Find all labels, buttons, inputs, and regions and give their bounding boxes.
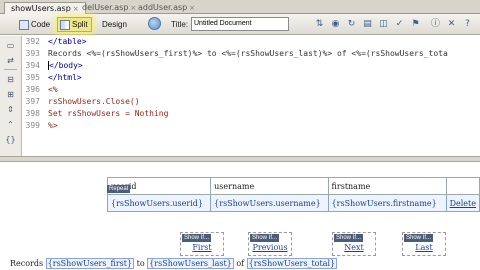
- code-line: 398 Set rsShowUsers = Nothing: [25, 109, 169, 118]
- repeat-region-tag[interactable]: Repeat: [107, 185, 131, 193]
- column-header[interactable]: username: [210, 177, 329, 195]
- toolbar-divider: [4, 69, 17, 70]
- close-icon[interactable]: ×: [189, 2, 195, 14]
- records-counter: Records {rsShowUsers_first} to {rsShowUs…: [10, 258, 338, 269]
- code-line: 393 Records <%=(rsShowUsers_first)%> to <…: [25, 49, 448, 58]
- split-view-icon: [60, 19, 70, 30]
- code-line: 392 </table>: [25, 37, 87, 46]
- dynamic-field-total[interactable]: {rsShowUsers_total}: [246, 258, 338, 269]
- nav-next[interactable]: Show If... Next: [332, 232, 376, 256]
- preview-browser-icon[interactable]: ◉: [330, 19, 341, 30]
- split-view-button[interactable]: Split: [57, 17, 92, 32]
- last-link[interactable]: Last: [403, 243, 445, 252]
- column-header[interactable]: [445, 177, 480, 195]
- collapse-selection-icon[interactable]: ⊞: [5, 89, 16, 100]
- code-view-icon: [19, 19, 29, 30]
- nav-first[interactable]: Show If... First: [180, 232, 224, 256]
- tab-label: showUsers.asp: [11, 4, 71, 13]
- refresh-icon[interactable]: ↻: [346, 19, 357, 30]
- design-label: Design: [102, 20, 127, 29]
- dynamic-field-userid[interactable]: {rsShowUsers.userid}: [106, 194, 212, 212]
- code-view-button[interactable]: Code: [16, 17, 54, 32]
- table-row: {rsShowUsers.userid} {rsShowUsers.userna…: [106, 194, 480, 212]
- tab-adduser[interactable]: addUser.asp ×: [132, 2, 201, 14]
- next-link[interactable]: Next: [333, 243, 375, 252]
- collapse-tag-icon[interactable]: ⊟: [5, 74, 16, 85]
- show-if-tag: Show If...: [250, 234, 280, 242]
- nav-previous[interactable]: Show If... Previous: [248, 232, 292, 256]
- design-view-button[interactable]: Design: [99, 17, 131, 190]
- dynamic-field-username[interactable]: {rsShowUsers.username}: [210, 194, 329, 212]
- close-document-icon[interactable]: ✕: [446, 19, 457, 30]
- dynamic-field-last[interactable]: {rsShowUsers_last}: [147, 258, 234, 269]
- show-if-tag: Show If...: [334, 234, 364, 242]
- first-link[interactable]: First: [181, 243, 223, 252]
- dynamic-field-firstname[interactable]: {rsShowUsers.firstname}: [327, 194, 447, 212]
- select-parent-tag-icon[interactable]: ⌃: [5, 119, 16, 130]
- document-tab-strip: showUsers.asp × delUser.asp × addUser.asp ×: [0, 0, 480, 15]
- dynamic-field-first[interactable]: {rsShowUsers_first}: [45, 258, 135, 269]
- coding-toolbar: ▭ ⇄ ⊟ ⊞ ⇕ ⌃ {}: [0, 36, 22, 156]
- code-label: Code: [31, 20, 51, 29]
- code-line: 395 </html>: [25, 73, 82, 82]
- show-if-tag: Show If...: [182, 234, 212, 242]
- check-browser-icon[interactable]: ⚑: [410, 19, 421, 30]
- tab-label: addUser.asp: [138, 3, 188, 12]
- design-view[interactable]: userid username firstname {rsShowUsers.u…: [0, 162, 480, 270]
- previous-link[interactable]: Previous: [249, 243, 291, 252]
- tab-label: delUser.asp: [82, 3, 129, 12]
- table-header-row: userid username firstname: [106, 177, 480, 195]
- validate-markup-icon[interactable]: ✓: [394, 19, 405, 30]
- balance-braces-icon[interactable]: {}: [5, 134, 16, 145]
- code-view[interactable]: 392 </table> 393 Records <%=(rsShowUsers_f…: [22, 36, 480, 156]
- show-code-navigator-icon[interactable]: ⇄: [5, 55, 16, 66]
- code-line: 399 %>: [25, 121, 58, 130]
- code-line: 396 <%: [25, 85, 58, 94]
- split-label: Split: [72, 20, 88, 29]
- expand-all-icon[interactable]: ⇕: [5, 104, 16, 115]
- column-header[interactable]: firstname: [327, 177, 447, 195]
- view-options-icon[interactable]: ▤: [362, 19, 373, 30]
- code-line: 394 </body>: [25, 61, 83, 70]
- open-documents-icon[interactable]: ▭: [5, 40, 16, 51]
- file-management-icon[interactable]: ⇅: [314, 19, 325, 30]
- nav-last[interactable]: Show If... Last: [402, 232, 446, 256]
- delete-link[interactable]: Delete: [445, 194, 480, 212]
- show-if-tag: Show If...: [404, 234, 434, 242]
- help-icon[interactable]: ?: [462, 19, 473, 30]
- title-label: Title:: [171, 20, 189, 29]
- visual-aids-icon[interactable]: ◫: [378, 19, 389, 30]
- document-title-input[interactable]: Untitled Document: [191, 17, 289, 31]
- recordset-table: userid username firstname {rsShowUsers.u…: [106, 177, 480, 212]
- code-line: 397 rsShowUsers.Close(): [25, 97, 140, 106]
- live-view-icon[interactable]: [148, 17, 161, 30]
- info-icon[interactable]: ⓘ: [430, 19, 441, 30]
